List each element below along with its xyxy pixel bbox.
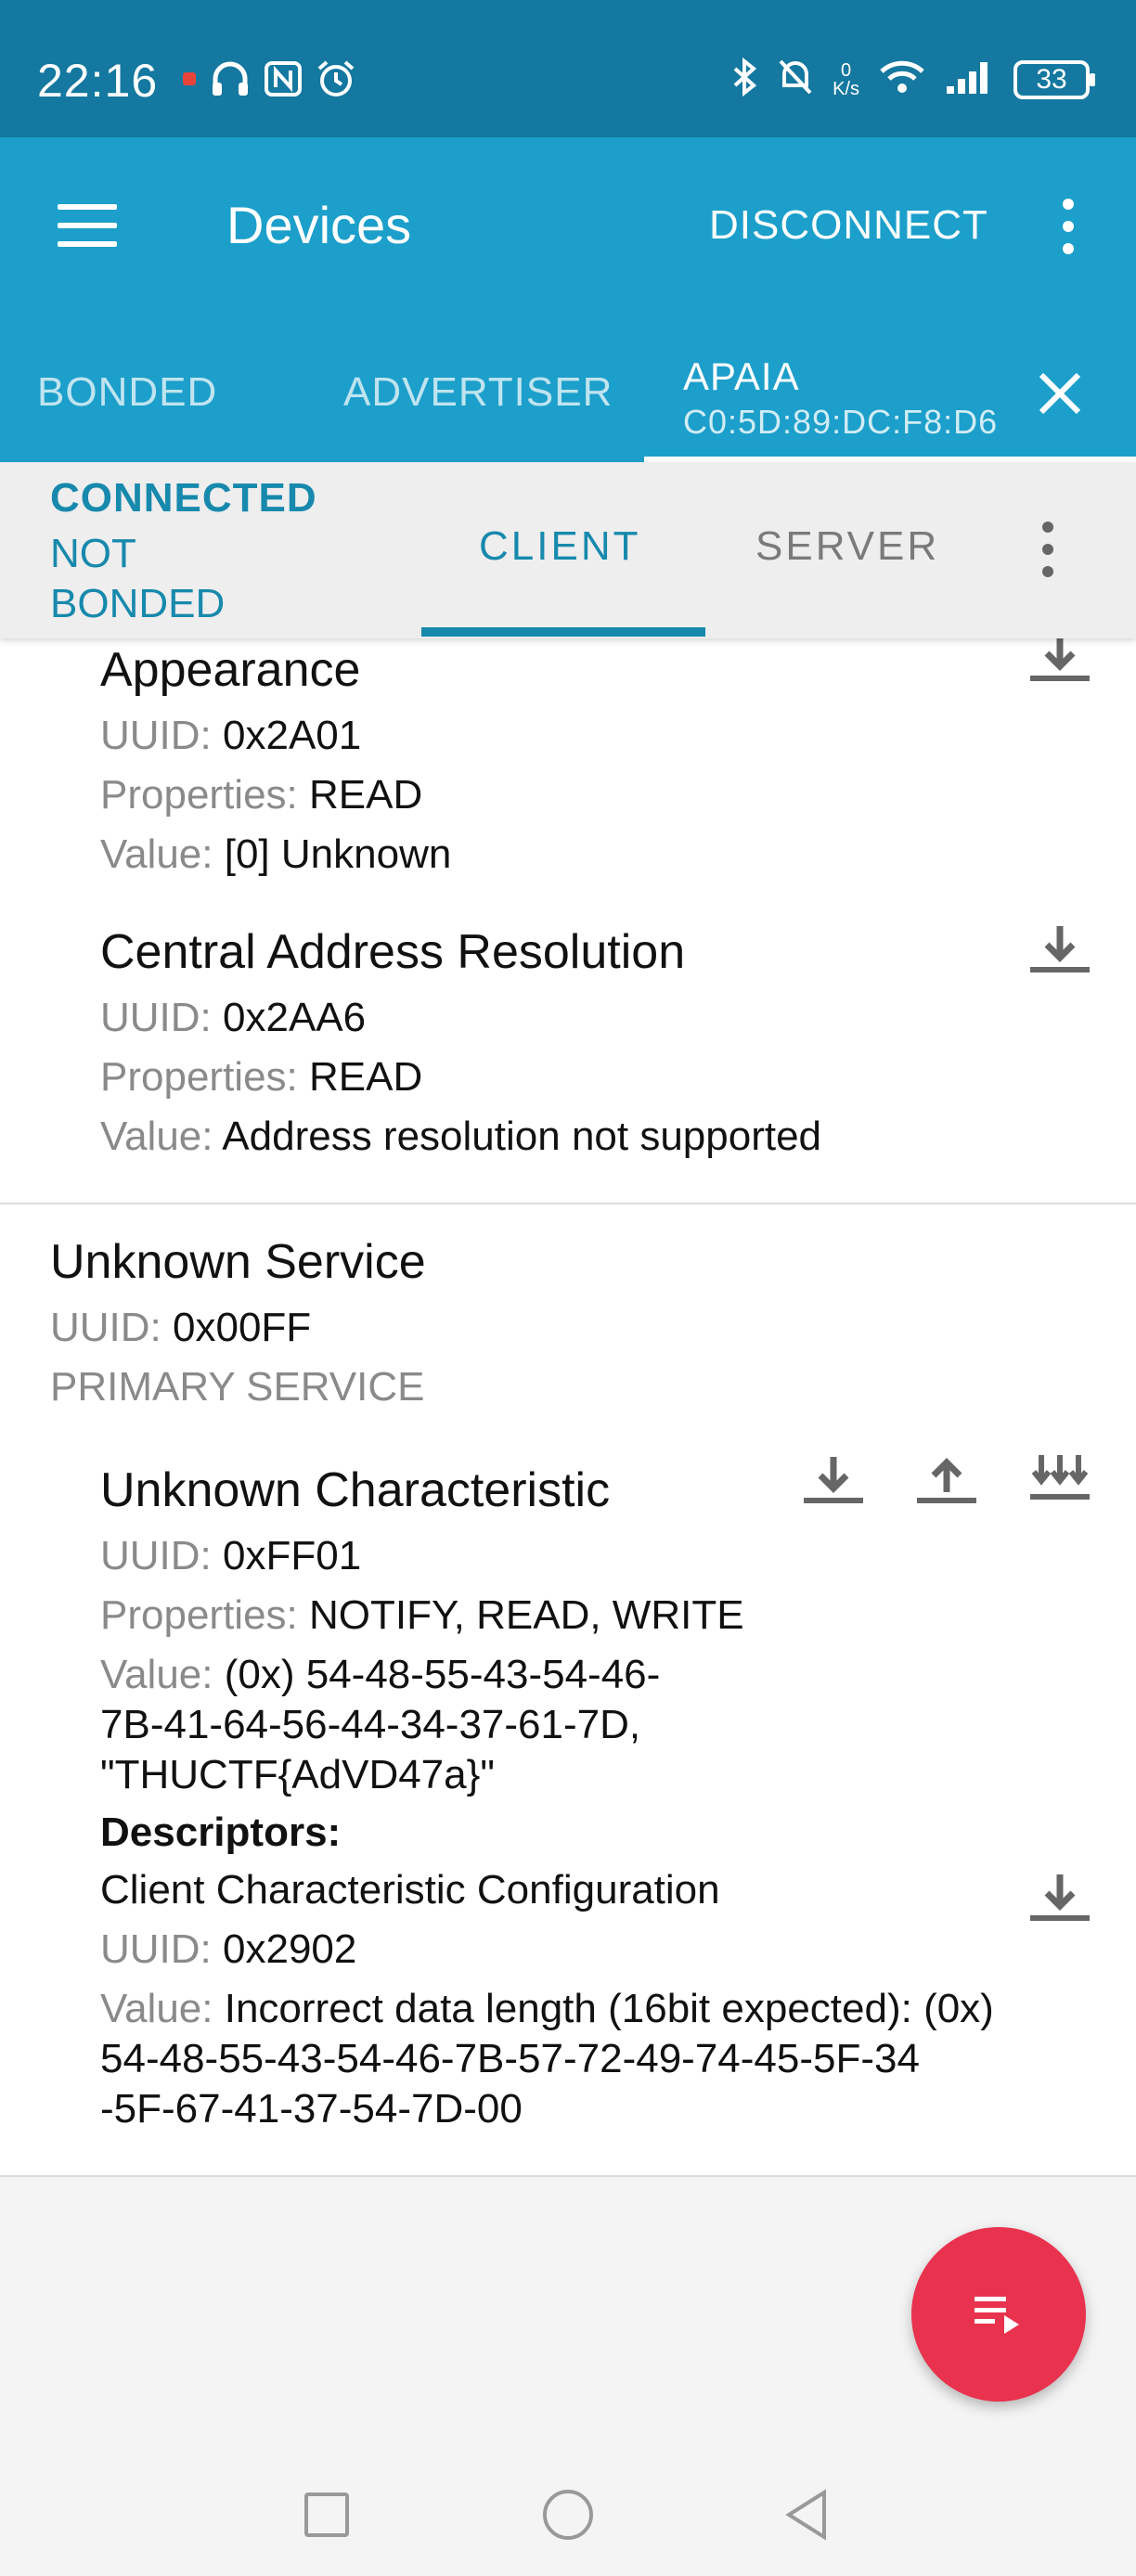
device-tabs: BONDED ADVERTISER APAIA C0:5D:89:DC:F8:D… (0, 332, 1136, 462)
value-continuation: 54-48-55-43-54-46-7B-57-72-49-74-45-5F-3… (100, 2036, 920, 2081)
notification-app-icon (182, 71, 197, 91)
value-row: Value: [0] Unknown (100, 831, 451, 878)
alarm-icon (316, 59, 356, 103)
home-circle-icon[interactable] (538, 2485, 598, 2544)
properties-row: Properties: READ (100, 772, 422, 818)
value-row: Value: (0x) 54-48-55-43-54-46- (100, 1652, 660, 1698)
properties-value: NOTIFY, READ, WRITE (309, 1592, 744, 1638)
properties-label: Properties: (100, 772, 298, 818)
service-uuid-row: UUID: 0x00FF (50, 1305, 311, 1351)
service-name[interactable]: Unknown Service (50, 1234, 426, 1290)
tab-server[interactable]: SERVER (755, 523, 939, 570)
net-speed-value: 0 (840, 59, 852, 81)
close-icon[interactable] (1034, 367, 1086, 419)
net-speed-unit: K/s (833, 78, 859, 99)
properties-label: Properties: (100, 1054, 298, 1100)
connection-bar: CONNECTED NOT BONDED CLIENT SERVER (0, 462, 1136, 638)
mute-icon (777, 58, 814, 101)
uuid-label: UUID: (50, 1305, 161, 1350)
properties-value: READ (309, 772, 423, 818)
value-text: [0] Unknown (224, 831, 452, 877)
properties-row: Properties: NOTIFY, READ, WRITE (100, 1592, 744, 1639)
navigation-bar (0, 2454, 1136, 2576)
uuid-row: UUID: 0xFF01 (100, 1533, 361, 1579)
more-options-icon[interactable] (1054, 199, 1082, 254)
subtab-indicator (421, 627, 705, 637)
uuid-row: UUID: 0x2AA6 (100, 995, 366, 1041)
headphones-icon (210, 60, 251, 102)
value-row: Value: Incorrect data length (16bit expe… (100, 1986, 994, 2032)
menu-icon[interactable] (58, 204, 117, 247)
value-row: Value: Address resolution not supported (100, 1114, 821, 1160)
uuid-row: UUID: 0x2902 (100, 1926, 356, 1973)
uuid-value: 0x2902 (223, 1926, 357, 1972)
connection-more-icon[interactable] (1034, 522, 1062, 577)
value-continuation: -5F-67-41-37-54-7D-00 (100, 2086, 523, 2132)
device-mac: C0:5D:89:DC:F8:D6 (683, 403, 999, 441)
value-text: (0x) 54-48-55-43-54-46- (224, 1652, 661, 1697)
uuid-value: 0x2A01 (223, 713, 362, 758)
notify-subscribe-icon[interactable] (1026, 1448, 1093, 1514)
characteristic-name: Unknown Characteristic (100, 1463, 611, 1517)
page-title: Devices (226, 196, 412, 254)
value-continuation: "THUCTF{AdVD47a}" (100, 1752, 495, 1797)
properties-row: Properties: READ (100, 1054, 422, 1101)
uuid-value: 0x00FF (173, 1305, 312, 1350)
value-label: Value: (100, 1986, 213, 2031)
value-label: Value: (100, 1114, 213, 1159)
net-speed: 0 K/s (833, 61, 859, 98)
status-left-icons (182, 59, 356, 103)
characteristic-name: Appearance (100, 643, 361, 697)
disconnect-button[interactable]: DISCONNECT (709, 202, 988, 249)
device-name: APAIA (683, 354, 800, 398)
uuid-label: UUID: (100, 995, 212, 1040)
value-text: Address resolution not supported (222, 1114, 822, 1159)
read-download-icon[interactable] (1026, 638, 1093, 690)
service-list[interactable]: Appearance UUID: 0x2A01 Properties: READ… (0, 638, 1136, 2454)
back-triangle-icon[interactable] (778, 2485, 837, 2544)
write-upload-icon[interactable] (913, 1448, 980, 1514)
value-label: Value: (100, 831, 213, 877)
uuid-label: UUID: (100, 1926, 212, 1972)
tab-device[interactable]: APAIA C0:5D:89:DC:F8:D6 (683, 354, 998, 442)
descriptor-name: Client Characteristic Configuration (100, 1867, 720, 1913)
signal-icon (945, 58, 995, 100)
descriptors-heading: Descriptors: (100, 1810, 342, 1855)
nfc-icon (264, 60, 303, 102)
uuid-label: UUID: (100, 1533, 212, 1578)
tab-advertiser[interactable]: ADVERTISER (343, 369, 613, 416)
app-bar: Devices DISCONNECT BONDED ADVERTISER APA… (0, 137, 1136, 462)
service-divider (0, 1203, 1136, 1204)
log-fab-button[interactable] (911, 2227, 1086, 2402)
properties-label: Properties: (100, 1592, 298, 1638)
wifi-icon (878, 58, 926, 100)
service-type: PRIMARY SERVICE (50, 1364, 425, 1410)
tab-bonded[interactable]: BONDED (37, 369, 217, 416)
read-download-icon[interactable] (1026, 915, 1093, 982)
uuid-row: UUID: 0x2A01 (100, 713, 361, 759)
bond-status: NOT BONDED (50, 531, 226, 626)
uuid-label: UUID: (100, 713, 212, 758)
properties-value: READ (309, 1054, 423, 1100)
read-download-icon[interactable] (1026, 1865, 1093, 1932)
read-download-icon[interactable] (800, 1448, 867, 1514)
bluetooth-icon (730, 57, 758, 101)
recents-square-icon[interactable] (297, 2485, 356, 2544)
uuid-value: 0x2AA6 (223, 995, 367, 1040)
value-continuation: 7B-41-64-56-44-34-37-61-7D, (100, 1702, 641, 1747)
status-right-icons: 0 K/s 33 (730, 57, 1095, 101)
battery-icon: 33 (1013, 59, 1095, 99)
characteristic-name: Central Address Resolution (100, 925, 686, 979)
value-label: Value: (100, 1652, 213, 1697)
clock: 22:16 (37, 55, 159, 107)
uuid-value: 0xFF01 (223, 1533, 362, 1578)
tab-client[interactable]: CLIENT (479, 523, 640, 570)
status-bar: 22:16 0 K/s 33 (0, 0, 1136, 137)
playlist-icon (975, 2297, 1019, 2334)
value-text: Incorrect data length (16bit expected): … (224, 1986, 994, 2031)
connection-status: CONNECTED (50, 475, 317, 521)
